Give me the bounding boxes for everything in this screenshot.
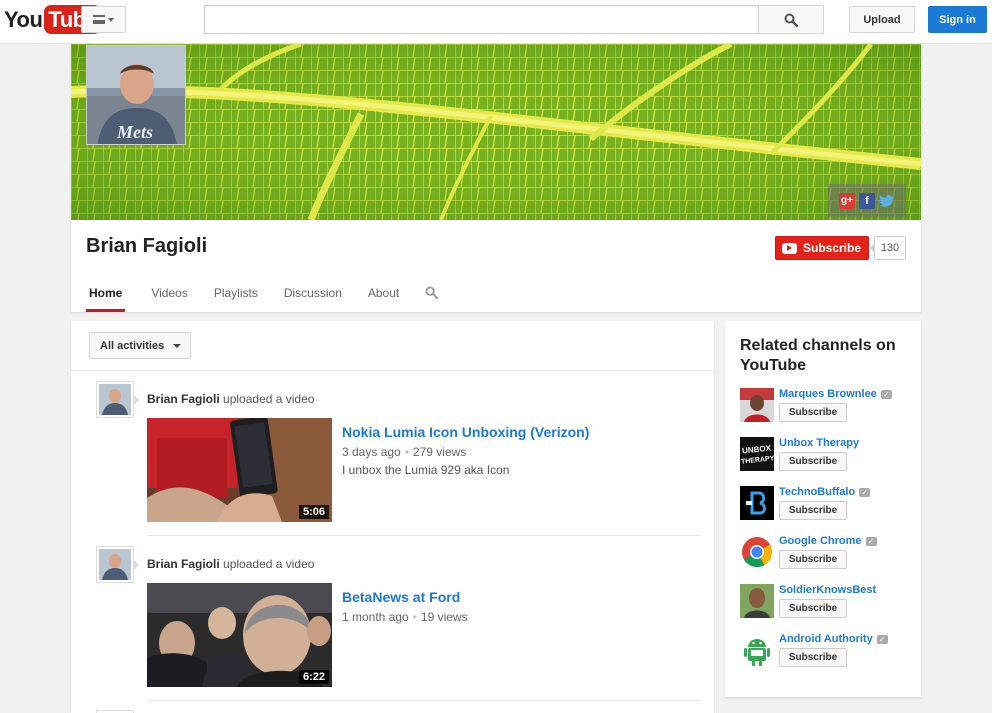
- chevron-down-icon: [173, 343, 182, 348]
- video-thumbnail[interactable]: 6:22: [147, 583, 332, 687]
- video-views: 279 views: [412, 445, 467, 459]
- channel-header: Mets g+ f Brian Fagioli Subscribe 130 Ho…: [71, 44, 921, 312]
- separator-dot: •: [404, 445, 409, 459]
- sign-in-button[interactable]: Sign in: [928, 6, 987, 33]
- video-title-link[interactable]: BetaNews at Ford: [342, 589, 460, 605]
- subscriber-count: 130: [870, 236, 906, 260]
- video-description: I unbox the Lumia 929 aka Icon: [342, 463, 510, 477]
- masthead: You Tube Upload Sign in: [0, 0, 992, 44]
- subscribe-label: Subscribe: [803, 241, 862, 255]
- search-button[interactable]: [758, 5, 824, 34]
- guide-menu-button[interactable]: [81, 6, 126, 33]
- video-thumbnail[interactable]: 5:06: [147, 418, 332, 522]
- tab-videos[interactable]: Videos: [151, 275, 187, 312]
- tab-playlists[interactable]: Playlists: [214, 275, 258, 312]
- related-channel-item: Google Chrome ✓ Subscribe: [740, 535, 915, 575]
- tab-about[interactable]: About: [368, 275, 399, 312]
- activity-action: uploaded a video: [223, 557, 315, 571]
- channel-thumbnail[interactable]: UNBOX THERAPY: [740, 437, 774, 471]
- subscribe-button[interactable]: Subscribe: [779, 550, 847, 569]
- logo-you-text: You: [4, 6, 43, 32]
- related-channel-item: Android Authority ✓ Subscribe: [740, 633, 915, 673]
- activity-feed: All activities Brian Fagioli uploaded a …: [71, 321, 714, 713]
- tab-discussion[interactable]: Discussion: [284, 275, 342, 312]
- social-links: g+ f: [828, 184, 906, 217]
- video-meta: 3 days ago • 279 views: [342, 445, 466, 459]
- channel-tabs: Home Videos Playlists Discussion About: [86, 275, 439, 312]
- google-plus-icon[interactable]: g+: [839, 192, 855, 209]
- related-channel-name[interactable]: SoldierKnowsBest: [779, 584, 876, 596]
- search-icon: [425, 286, 439, 300]
- channel-title[interactable]: Brian Fagioli: [86, 235, 207, 258]
- activity-item: Brian Fagioli uploaded a video 6:22 Beta…: [71, 536, 714, 701]
- search-input[interactable]: [204, 5, 759, 34]
- tab-home[interactable]: Home: [86, 275, 126, 312]
- chrome-logo-icon[interactable]: [740, 535, 774, 569]
- search-icon: [784, 13, 798, 27]
- related-channel-item: UNBOX THERAPY Unbox Therapy Subscribe: [740, 437, 915, 477]
- activity-avatar[interactable]: [96, 381, 139, 418]
- related-channel-name[interactable]: Android Authority ✓: [779, 633, 888, 645]
- verified-icon: ✓: [859, 487, 871, 497]
- divider: [147, 700, 700, 701]
- activity-action: uploaded a video: [223, 392, 315, 406]
- subscribe-button[interactable]: Subscribe: [779, 501, 847, 520]
- related-channel-item: SoldierKnowsBest Subscribe: [740, 584, 915, 624]
- menu-icon: [93, 15, 105, 24]
- activity-filter-dropdown[interactable]: All activities: [89, 332, 191, 359]
- channel-name-text: TechnoBuffalo: [779, 486, 856, 498]
- video-title-link[interactable]: Nokia Lumia Icon Unboxing (Verizon): [342, 424, 589, 440]
- channel-name-text: SoldierKnowsBest: [779, 584, 877, 596]
- related-channel-name[interactable]: Unbox Therapy: [779, 437, 859, 449]
- video-age: 3 days ago: [342, 445, 401, 459]
- twitter-icon[interactable]: [879, 193, 895, 209]
- video-duration: 6:22: [298, 670, 329, 684]
- video-meta: 1 month ago • 19 views: [342, 610, 468, 624]
- chevron-down-icon: [108, 17, 114, 22]
- android-logo-icon[interactable]: [740, 633, 774, 667]
- verified-icon: ✓: [876, 634, 888, 644]
- related-channels-title: Related channels on YouTube: [740, 337, 896, 374]
- separator-dot: •: [412, 610, 417, 624]
- verified-icon: ✓: [880, 389, 892, 399]
- related-channel-name[interactable]: Marques Brownlee ✓: [779, 388, 892, 400]
- subscribe-button[interactable]: Subscribe: [779, 599, 847, 618]
- activity-filter-label: All activities: [100, 339, 165, 352]
- video-views: 19 views: [420, 610, 468, 624]
- channel-name-text: Android Authority: [779, 633, 873, 645]
- related-channel-name[interactable]: Google Chrome ✓: [779, 535, 877, 547]
- channel-thumbnail[interactable]: [740, 388, 774, 422]
- channel-thumbnail[interactable]: [740, 486, 774, 520]
- related-channels-panel: Related channels on YouTube Marques Brow…: [725, 321, 921, 697]
- activity-user-link[interactable]: Brian Fagioli: [147, 392, 220, 406]
- verified-icon: ✓: [865, 536, 877, 546]
- upload-button[interactable]: Upload: [849, 6, 915, 33]
- youtube-play-icon: [782, 242, 797, 254]
- activity-item: Brian Fagioli uploaded a video 5:06 Noki…: [71, 371, 714, 536]
- channel-name-text: Marques Brownlee: [779, 388, 877, 400]
- related-channel-name[interactable]: TechnoBuffalo ✓: [779, 486, 871, 498]
- subscribe-button[interactable]: Subscribe: [775, 236, 869, 260]
- channel-name-text: Google Chrome: [779, 535, 862, 547]
- video-age: 1 month ago: [342, 610, 409, 624]
- related-channel-item: TechnoBuffalo ✓ Subscribe: [740, 486, 915, 526]
- activity-headline: Brian Fagioli uploaded a video: [147, 392, 314, 406]
- svg-text:Mets: Mets: [116, 122, 153, 142]
- activity-avatar[interactable]: [96, 546, 139, 583]
- channel-thumbnail[interactable]: [740, 584, 774, 618]
- subscribe-button[interactable]: Subscribe: [779, 452, 847, 471]
- subscribe-button[interactable]: Subscribe: [779, 648, 847, 667]
- channel-avatar[interactable]: Mets: [86, 45, 186, 145]
- subscribe-button[interactable]: Subscribe: [779, 403, 847, 422]
- video-duration: 5:06: [298, 505, 329, 519]
- activity-headline: Brian Fagioli uploaded a video: [147, 557, 314, 571]
- channel-banner: Mets g+ f: [71, 44, 921, 220]
- channel-name-text: Unbox Therapy: [779, 437, 860, 449]
- activity-user-link[interactable]: Brian Fagioli: [147, 557, 220, 571]
- channel-search-button[interactable]: [425, 275, 439, 312]
- facebook-icon[interactable]: f: [859, 192, 875, 209]
- banner-leaf-image: [71, 44, 921, 220]
- related-channel-item: Marques Brownlee ✓ Subscribe: [740, 388, 915, 428]
